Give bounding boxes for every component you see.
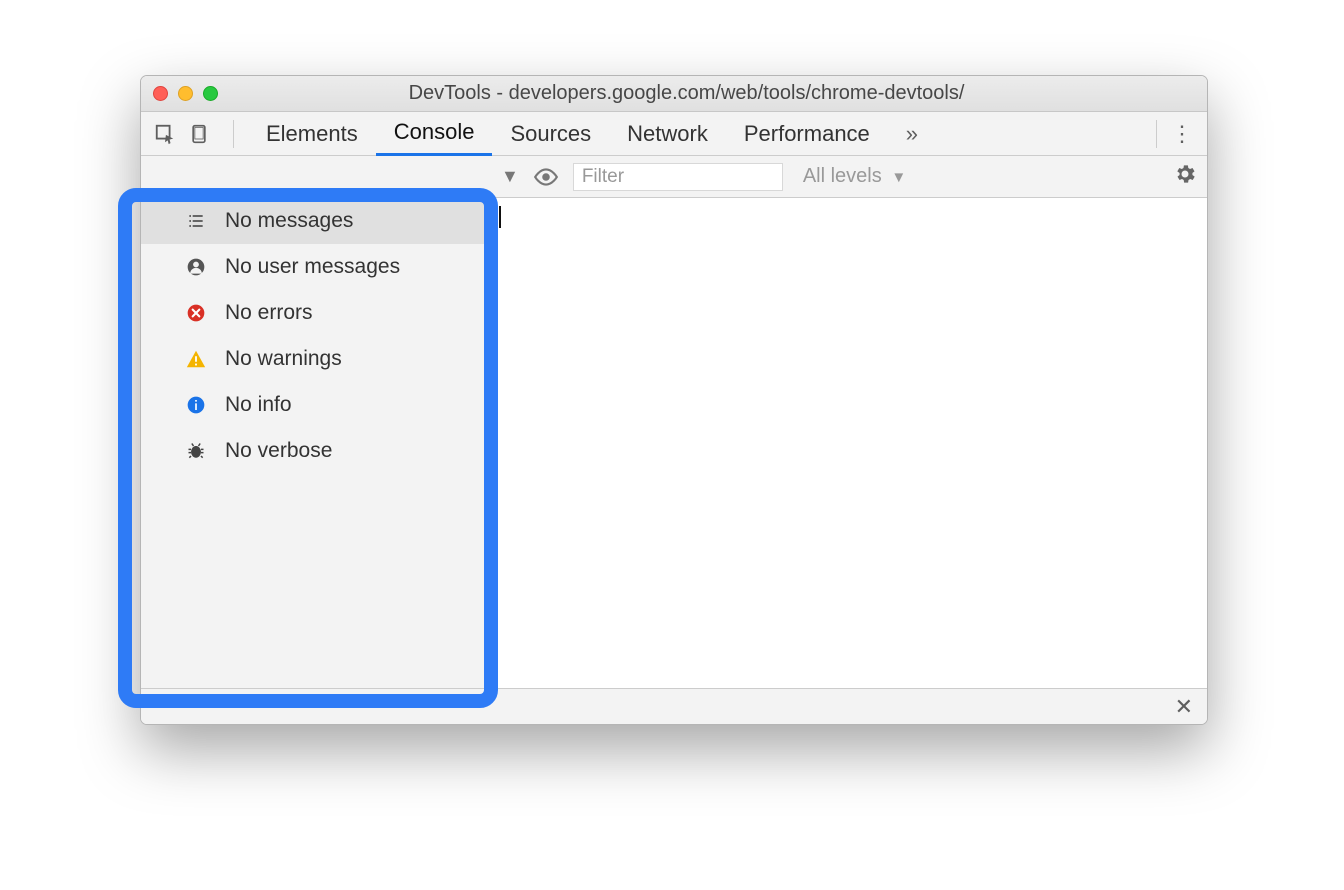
- tab-console[interactable]: Console: [376, 112, 493, 156]
- user-icon: [185, 256, 207, 278]
- context-dropdown-icon[interactable]: ▼: [501, 166, 519, 187]
- sidebar-item-label: No warnings: [225, 347, 342, 371]
- log-levels-dropdown[interactable]: All levels ▼: [803, 165, 906, 188]
- zoom-window-button[interactable]: [203, 86, 218, 101]
- separator: [233, 120, 234, 148]
- main-area: No messages No user messages No errors N…: [141, 198, 1207, 688]
- log-levels-label: All levels: [803, 165, 882, 187]
- sidebar-item-label: No messages: [225, 209, 353, 233]
- console-sidebar: No messages No user messages No errors N…: [141, 198, 491, 688]
- warning-icon: [185, 348, 207, 370]
- tab-bar: Elements Console Sources Network Perform…: [141, 112, 1207, 156]
- dropdown-icon: ▼: [891, 169, 906, 186]
- sidebar-item-label: No verbose: [225, 439, 332, 463]
- titlebar: DevTools - developers.google.com/web/too…: [141, 76, 1207, 112]
- info-icon: [185, 394, 207, 416]
- tab-performance[interactable]: Performance: [726, 112, 888, 156]
- more-options-button[interactable]: ⋮: [1167, 121, 1197, 147]
- error-icon: [185, 302, 207, 324]
- live-expression-icon[interactable]: [533, 164, 559, 190]
- console-output[interactable]: [491, 198, 1207, 688]
- tab-sources[interactable]: Sources: [492, 112, 609, 156]
- console-toolbar: ▼ All levels ▼: [141, 156, 1207, 198]
- sidebar-item-label: No info: [225, 393, 292, 417]
- window-controls: [153, 86, 218, 101]
- filter-input[interactable]: [573, 163, 783, 191]
- devtools-window: DevTools - developers.google.com/web/too…: [140, 75, 1208, 725]
- tabs-overflow-button[interactable]: »: [896, 121, 928, 147]
- device-toggle-icon[interactable]: [185, 120, 213, 148]
- separator: [1156, 120, 1157, 148]
- sidebar-item-info[interactable]: No info: [141, 382, 490, 428]
- drawer-footer: ✕: [141, 688, 1207, 724]
- sidebar-item-label: No errors: [225, 301, 313, 325]
- sidebar-item-user-messages[interactable]: No user messages: [141, 244, 490, 290]
- console-settings-icon[interactable]: [1173, 162, 1197, 191]
- close-window-button[interactable]: [153, 86, 168, 101]
- sidebar-item-warnings[interactable]: No warnings: [141, 336, 490, 382]
- tab-elements[interactable]: Elements: [248, 112, 376, 156]
- sidebar-item-messages[interactable]: No messages: [141, 198, 490, 244]
- close-drawer-button[interactable]: ✕: [1175, 694, 1193, 720]
- window-title: DevTools - developers.google.com/web/too…: [238, 82, 1195, 105]
- bug-icon: [185, 440, 207, 462]
- sidebar-item-label: No user messages: [225, 255, 400, 279]
- inspect-element-icon[interactable]: [151, 120, 179, 148]
- sidebar-item-verbose[interactable]: No verbose: [141, 428, 490, 474]
- list-icon: [185, 210, 207, 232]
- minimize-window-button[interactable]: [178, 86, 193, 101]
- sidebar-item-errors[interactable]: No errors: [141, 290, 490, 336]
- tab-network[interactable]: Network: [609, 112, 726, 156]
- input-cursor: [499, 206, 501, 228]
